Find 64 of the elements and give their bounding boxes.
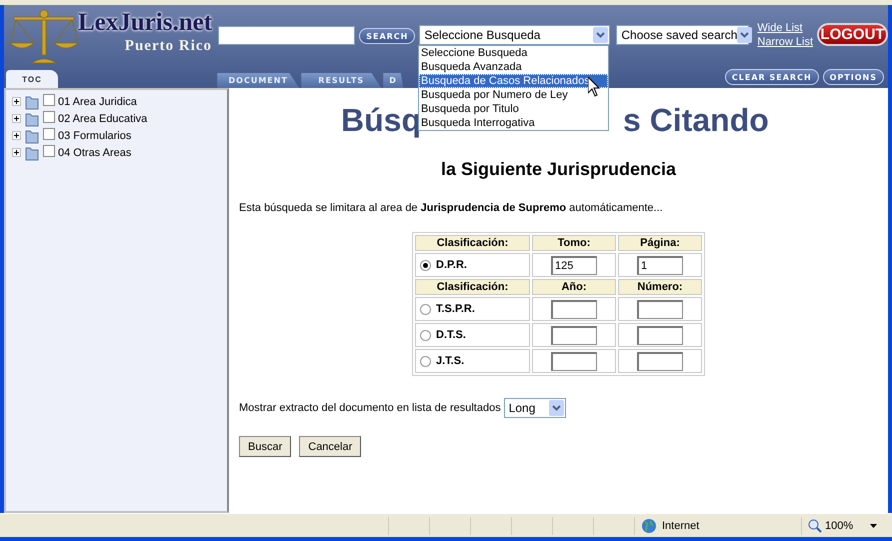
tree-checkbox[interactable] bbox=[43, 128, 55, 140]
logo-subtitle: Puerto Rico bbox=[124, 37, 212, 55]
tree-checkbox[interactable] bbox=[43, 145, 55, 157]
column-header: Página: bbox=[618, 235, 702, 251]
search-type-select[interactable]: Seleccione Busqueda bbox=[419, 25, 610, 45]
folder-icon bbox=[24, 144, 40, 160]
search-field[interactable] bbox=[218, 26, 356, 45]
excerpt-label: Mostrar extracto del documento en lista de resultados bbox=[239, 402, 501, 414]
page-subheading: la Siguiente Jurisprudencia bbox=[440, 159, 676, 180]
zoom-icon[interactable] bbox=[808, 518, 822, 532]
classification-label: J.T.S. bbox=[436, 355, 464, 367]
number-field[interactable]: 125 bbox=[551, 256, 597, 274]
tree-item[interactable]: 04 Otras Areas bbox=[58, 146, 132, 158]
radio-button[interactable] bbox=[420, 260, 431, 271]
form-button[interactable]: Buscar bbox=[239, 436, 292, 457]
radio-button[interactable] bbox=[420, 304, 431, 315]
dropdown-option[interactable]: Busqueda de Casos Relacionados bbox=[419, 74, 608, 88]
classification-label: T.S.P.R. bbox=[436, 303, 475, 315]
tree-checkbox[interactable] bbox=[43, 94, 55, 106]
form-button[interactable]: Cancelar bbox=[299, 436, 362, 457]
scope-note: Esta búsqueda se limitara al area de Jurisprudencia de Supremo automáticamente... bbox=[239, 202, 664, 214]
number-field[interactable] bbox=[637, 300, 683, 318]
folder-icon bbox=[24, 94, 40, 110]
list-view-link[interactable]: Wide List bbox=[757, 21, 813, 35]
classification-label: D.T.S. bbox=[436, 329, 466, 341]
caret-icon[interactable] bbox=[870, 524, 878, 528]
number-field[interactable] bbox=[637, 352, 683, 370]
zoom-level[interactable]: 100% bbox=[825, 520, 854, 532]
tree-checkbox[interactable] bbox=[43, 111, 55, 123]
search-button[interactable]: SEARCH bbox=[359, 28, 416, 44]
number-field[interactable] bbox=[637, 326, 683, 344]
toc-tab[interactable]: TOC bbox=[6, 70, 58, 88]
globe-icon bbox=[641, 518, 657, 534]
logo-title: LexJuris.net bbox=[78, 9, 212, 37]
column-header: Clasificación: bbox=[415, 279, 530, 295]
number-field[interactable] bbox=[551, 326, 597, 344]
column-header: Clasificación: bbox=[415, 235, 530, 251]
mouse-pointer-icon bbox=[588, 77, 600, 97]
page-heading: s Citando bbox=[623, 102, 769, 139]
column-header: Número: bbox=[618, 279, 702, 295]
tree-item[interactable]: 02 Area Educativa bbox=[58, 112, 148, 124]
toolbar-button[interactable]: OPTIONS bbox=[822, 69, 884, 85]
tree-item[interactable]: 03 Formularios bbox=[58, 130, 132, 142]
expand-icon[interactable] bbox=[12, 131, 21, 140]
number-field[interactable] bbox=[551, 352, 597, 370]
toolbar-button[interactable]: CLEAR SEARCH bbox=[724, 69, 819, 85]
excerpt-select[interactable]: Long bbox=[504, 398, 566, 418]
radio-button[interactable] bbox=[420, 330, 431, 341]
radio-button[interactable] bbox=[420, 356, 431, 367]
list-view-link[interactable]: Narrow List bbox=[757, 35, 813, 49]
expand-icon[interactable] bbox=[12, 97, 21, 106]
folder-icon bbox=[24, 128, 40, 144]
classification-label: D.P.R. bbox=[436, 259, 467, 271]
number-field[interactable]: 1 bbox=[637, 256, 683, 274]
security-zone: Internet bbox=[662, 520, 700, 532]
number-field[interactable] bbox=[551, 300, 597, 318]
logout-button[interactable]: LOGOUT bbox=[817, 23, 888, 46]
column-header: Año: bbox=[532, 279, 616, 295]
tree-item[interactable]: 01 Area Juridica bbox=[58, 96, 137, 108]
folder-icon bbox=[24, 110, 40, 126]
column-header: Tomo: bbox=[532, 235, 616, 251]
expand-icon[interactable] bbox=[12, 114, 21, 123]
saved-search-select[interactable]: Choose saved search bbox=[616, 25, 750, 45]
expand-icon[interactable] bbox=[12, 148, 21, 157]
